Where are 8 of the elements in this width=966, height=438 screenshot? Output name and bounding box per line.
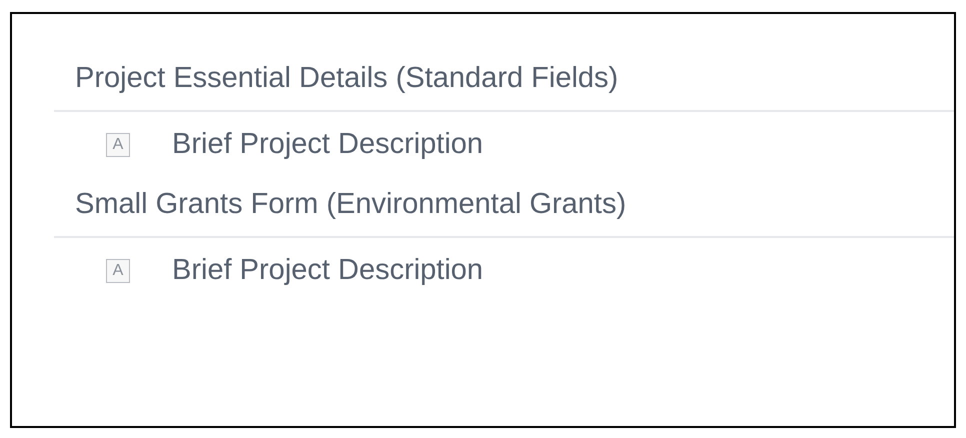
field-item[interactable]: A Brief Project Description xyxy=(54,112,954,178)
text-field-icon: A xyxy=(106,133,130,157)
section-heading: Project Essential Details (Standard Fields) xyxy=(74,61,620,96)
field-label: Brief Project Description xyxy=(172,127,484,162)
field-label: Brief Project Description xyxy=(172,253,484,288)
text-field-icon: A xyxy=(106,259,130,283)
section-heading: Small Grants Form (Environmental Grants) xyxy=(74,187,628,222)
field-item[interactable]: A Brief Project Description xyxy=(54,238,954,304)
